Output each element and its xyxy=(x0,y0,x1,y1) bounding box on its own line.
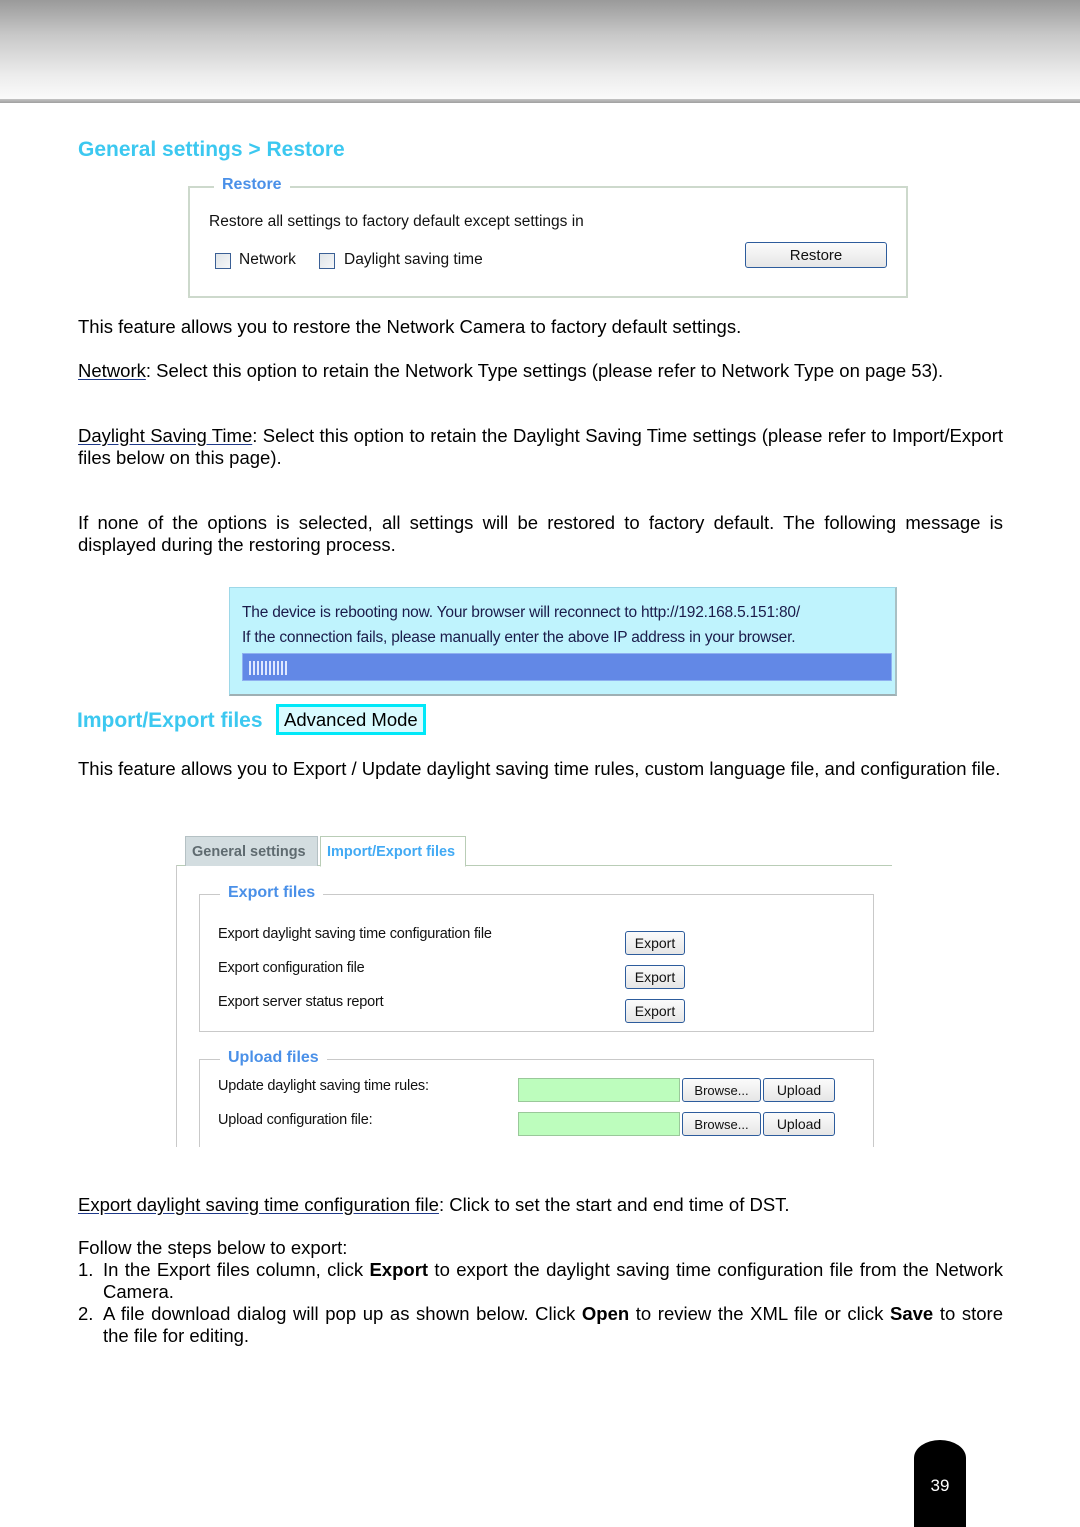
export-status-report-label: Export server status report xyxy=(218,994,384,1010)
reboot-line-1: The device is rebooting now. Your browse… xyxy=(242,604,800,621)
progress-tick xyxy=(273,661,275,675)
daylight-saving-checkbox-label: Daylight saving time xyxy=(344,251,483,268)
step-2-bold-open: Open xyxy=(581,1303,630,1324)
restore-intro-text: This feature allows you to restore the N… xyxy=(78,316,742,337)
step-1-bold-export: Export xyxy=(369,1259,429,1280)
restore-description: Restore all settings to factory default … xyxy=(209,213,584,230)
export-status-report-button[interactable]: Export xyxy=(625,999,685,1023)
reboot-progress-bar xyxy=(242,653,892,681)
update-dst-rules-upload-button[interactable]: Upload xyxy=(763,1078,835,1102)
export-files-legend: Export files xyxy=(220,884,324,902)
page-number: 39 xyxy=(930,1476,950,1495)
export-dst-button[interactable]: Export xyxy=(625,931,685,955)
progress-tick xyxy=(281,661,283,675)
step-1-number: 1. xyxy=(78,1259,94,1280)
dst-term: Daylight Saving Time xyxy=(78,425,253,446)
progress-ticks xyxy=(249,661,287,675)
progress-tick xyxy=(269,661,271,675)
update-dst-rules-browse-button[interactable]: Browse... xyxy=(682,1078,761,1102)
progress-tick xyxy=(261,661,263,675)
progress-tick xyxy=(257,661,259,675)
export-dst-label: Export daylight saving time configuratio… xyxy=(218,926,492,942)
steps-intro: Follow the steps below to export: xyxy=(78,1237,348,1258)
panel-crop-mask xyxy=(170,1147,910,1177)
reboot-message-box: The device is rebooting now. Your browse… xyxy=(229,587,897,696)
restore-section-heading: General settings > Restore xyxy=(78,138,345,161)
tab-general-settings[interactable]: General settings xyxy=(185,836,318,866)
restore-button[interactable]: Restore xyxy=(745,242,887,268)
export-config-button[interactable]: Export xyxy=(625,965,685,989)
restore-legend: Restore xyxy=(214,176,290,194)
daylight-saving-checkbox[interactable] xyxy=(319,253,335,269)
export-dst-term-desc: : Click to set the start and end time of… xyxy=(438,1194,790,1215)
panel-left-border xyxy=(176,865,177,1147)
progress-tick xyxy=(277,661,279,675)
progress-tick xyxy=(285,661,287,675)
tab-import-export-files[interactable]: Import/Export files xyxy=(320,836,466,867)
upload-files-legend: Upload files xyxy=(220,1049,327,1067)
reboot-line-2: If the connection fails, please manually… xyxy=(242,629,796,646)
step-1-text-a: In the Export files column, click xyxy=(103,1259,370,1280)
progress-tick xyxy=(249,661,251,675)
network-option-paragraph: Network: Select this option to retain th… xyxy=(78,360,1003,382)
export-files-fieldset: Export files Export daylight saving time… xyxy=(199,884,874,1032)
step-2: 2. A file download dialog will pop up as … xyxy=(78,1303,1003,1347)
progress-tick xyxy=(253,661,255,675)
page-header-band xyxy=(0,0,1080,100)
dst-option-paragraph: Daylight Saving Time: Select this option… xyxy=(78,425,1003,469)
network-checkbox[interactable] xyxy=(215,253,231,269)
network-term: Network xyxy=(78,360,146,381)
step-2-bold-save: Save xyxy=(890,1303,934,1324)
none-selected-paragraph: If none of the options is selected, all … xyxy=(78,512,1003,555)
page-number-tab: 39 xyxy=(914,1440,966,1527)
header-divider xyxy=(0,99,1080,103)
step-2-text-b: to review the XML file or click xyxy=(629,1303,891,1324)
upload-config-label: Upload configuration file: xyxy=(218,1112,373,1128)
upload-config-upload-button[interactable]: Upload xyxy=(763,1112,835,1136)
import-export-section-heading: Import/Export files xyxy=(77,709,263,732)
upload-config-browse-button[interactable]: Browse... xyxy=(682,1112,761,1136)
update-dst-rules-file-input[interactable] xyxy=(518,1078,680,1102)
network-desc: : Select this option to retain the Netwo… xyxy=(145,360,944,381)
upload-config-file-input[interactable] xyxy=(518,1112,680,1136)
update-dst-rules-label: Update daylight saving time rules: xyxy=(218,1078,429,1094)
export-config-label: Export configuration file xyxy=(218,960,365,976)
step-1: 1. In the Export files column, click Expo… xyxy=(78,1259,1003,1303)
advanced-mode-tag: Advanced Mode xyxy=(276,704,426,735)
progress-tick xyxy=(265,661,267,675)
step-2-text-a: A file download dialog will pop up as sh… xyxy=(103,1303,582,1324)
restore-fieldset: Restore Restore all settings to factory … xyxy=(188,176,908,298)
step-2-number: 2. xyxy=(78,1303,94,1324)
export-dst-paragraph: Export daylight saving time configuratio… xyxy=(78,1194,1003,1216)
export-dst-term: Export daylight saving time configuratio… xyxy=(78,1194,439,1215)
import-export-intro-text: This feature allows you to Export / Upda… xyxy=(78,758,1001,779)
network-checkbox-label: Network xyxy=(239,251,296,268)
